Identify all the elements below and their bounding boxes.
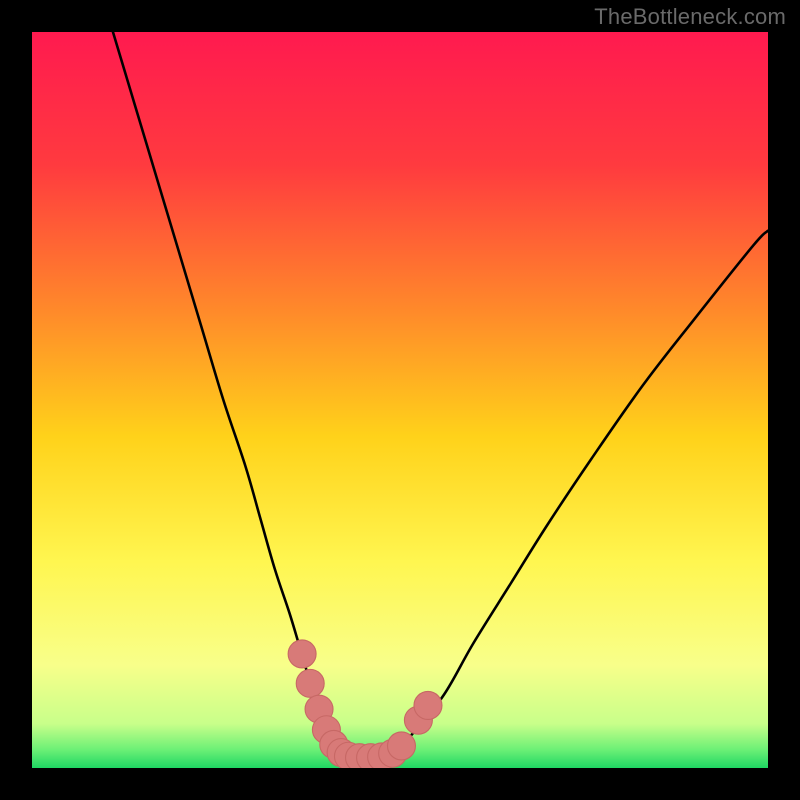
trough-markers — [32, 32, 768, 768]
trough-marker — [296, 669, 324, 697]
plot-area — [32, 32, 768, 768]
watermark-label: TheBottleneck.com — [594, 4, 786, 30]
trough-marker — [414, 691, 442, 719]
chart-frame: TheBottleneck.com — [0, 0, 800, 800]
trough-marker — [387, 732, 415, 760]
trough-marker — [288, 640, 316, 668]
